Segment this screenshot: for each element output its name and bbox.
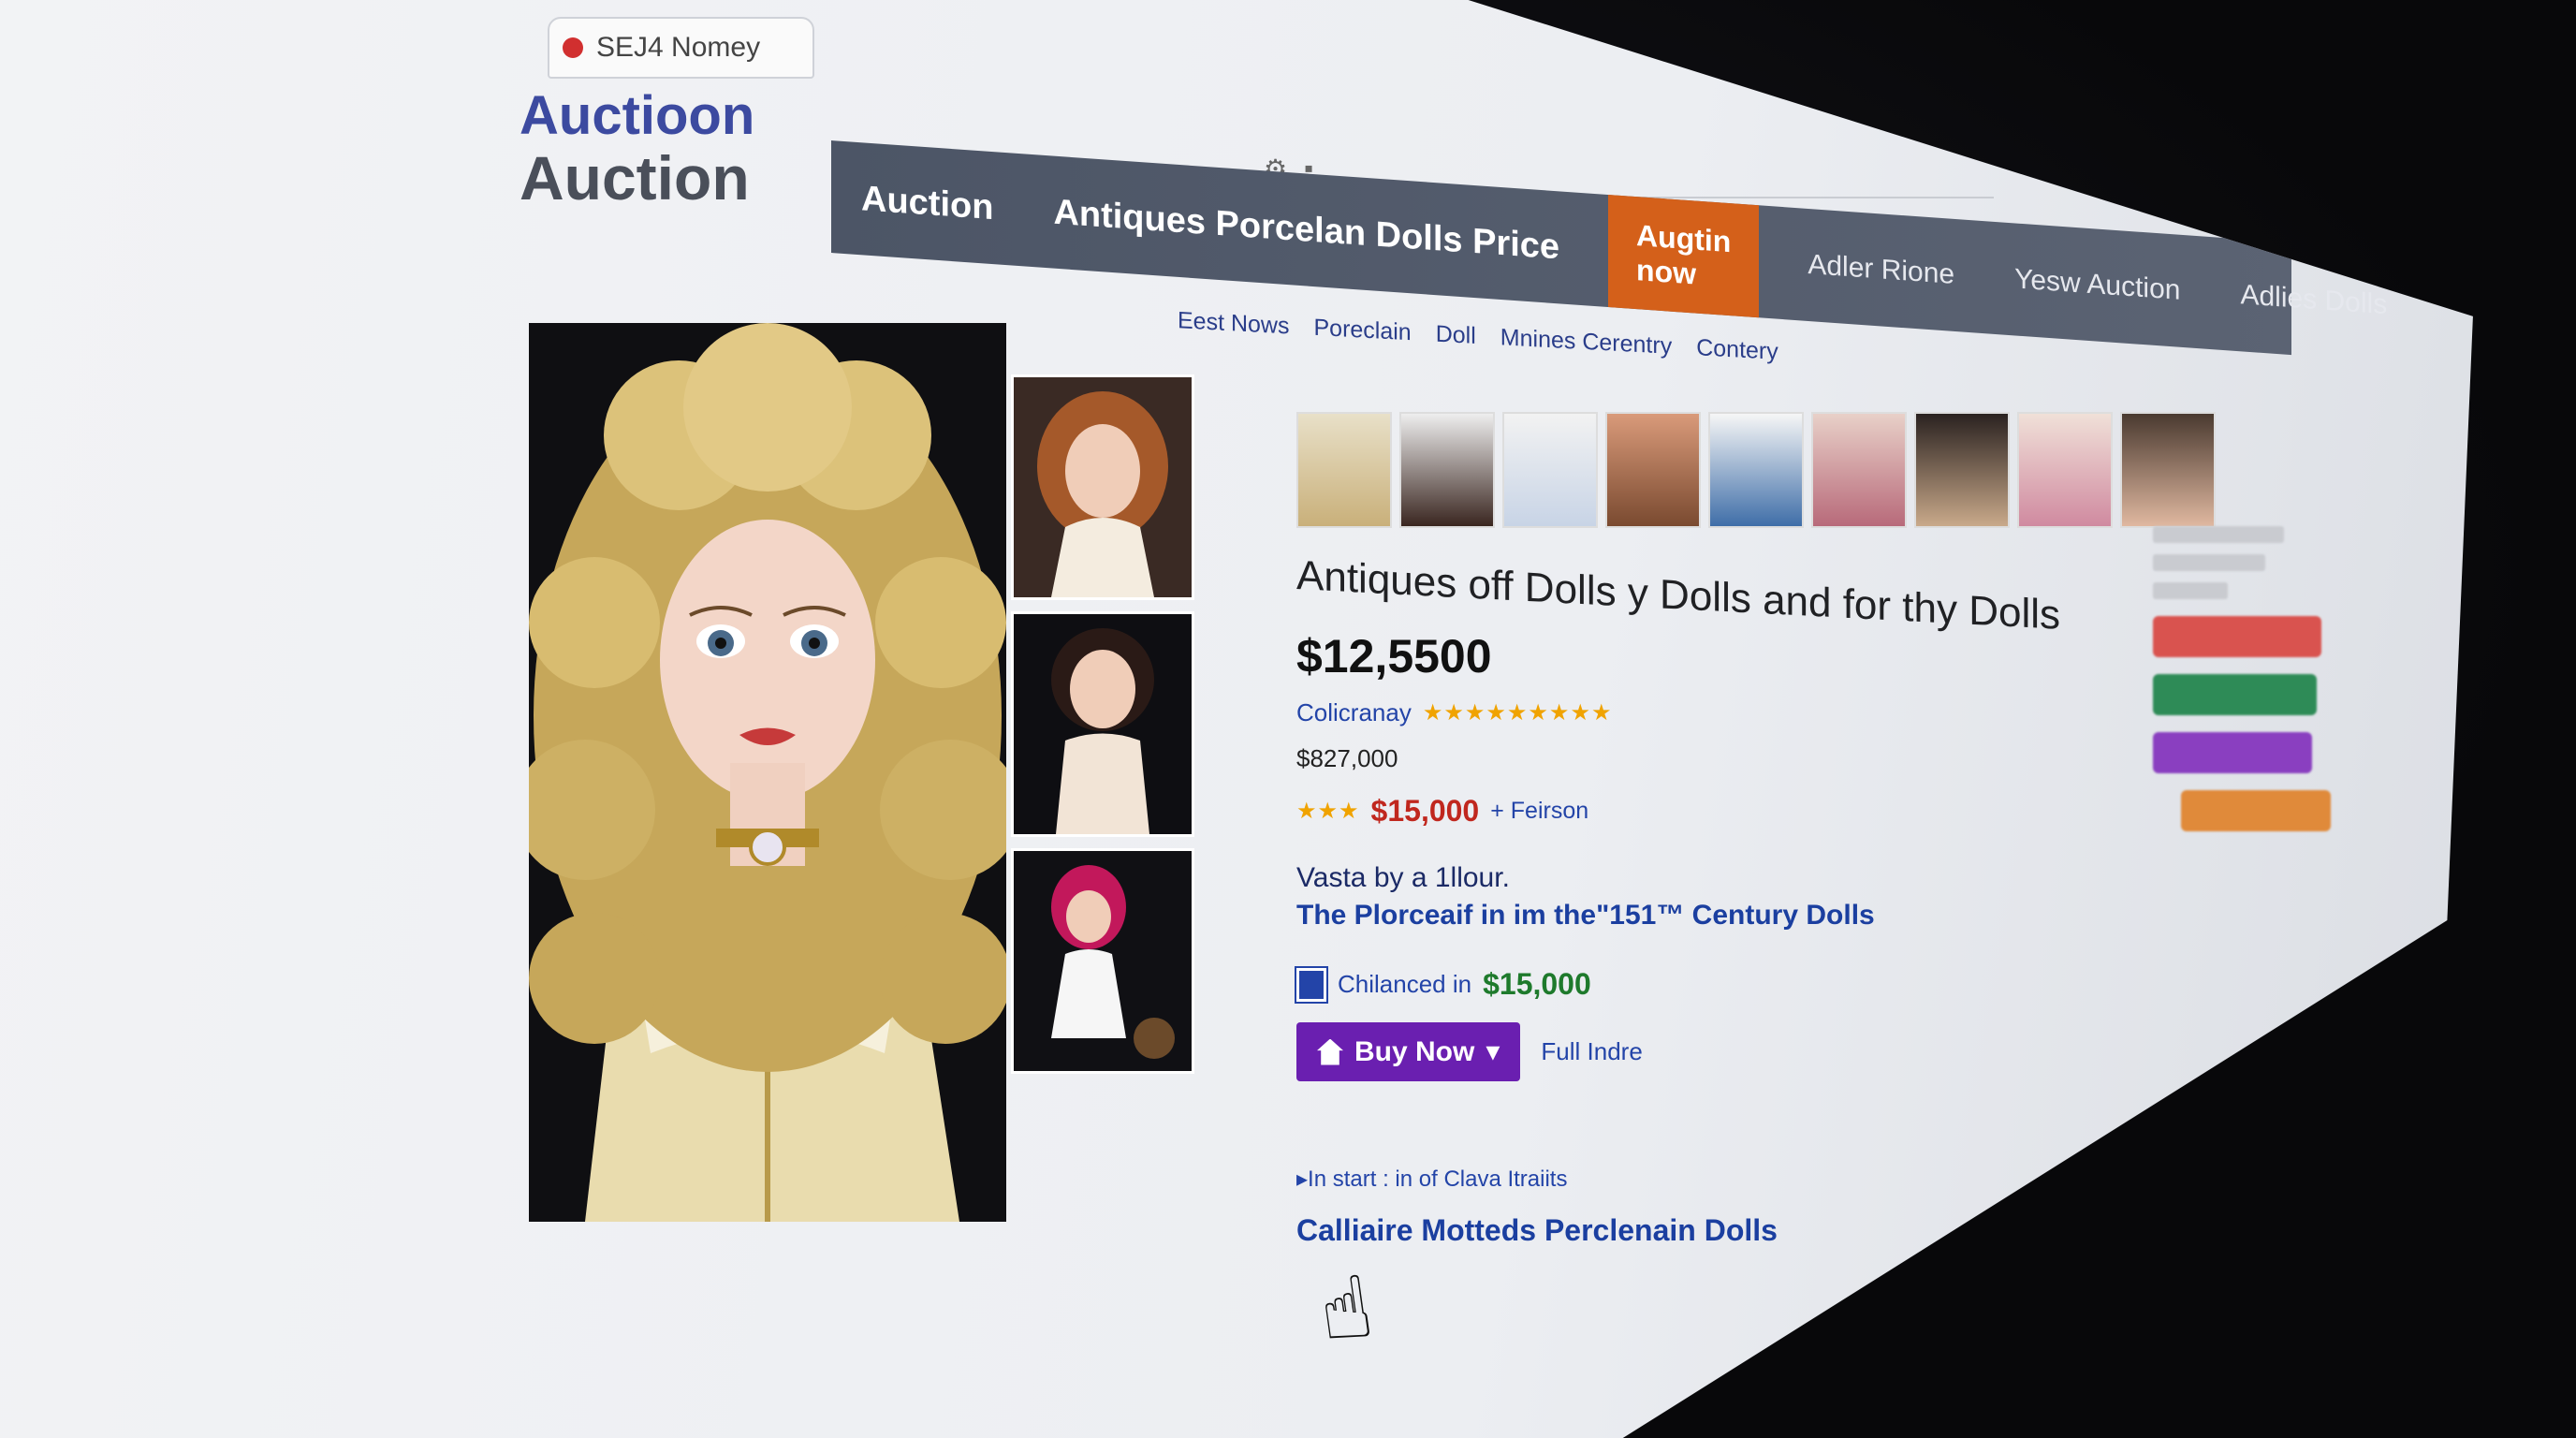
logo-line-1: Auctioon: [520, 85, 755, 146]
buy-now-label: Buy Now: [1354, 1035, 1475, 1067]
browser-tab[interactable]: SEJ4 Nomey: [548, 17, 814, 79]
subnav-item[interactable]: Eest Nows: [1178, 307, 1289, 340]
strip-thumbnail[interactable]: [2017, 412, 2113, 528]
nav-item-auction[interactable]: Auction: [831, 177, 1023, 230]
strip-thumbnail[interactable]: [1296, 412, 1392, 528]
subnav-item[interactable]: Mnines Cerentry: [1500, 324, 1672, 360]
thumbnail-strip: [1296, 412, 2216, 528]
shipping-icon: [1296, 967, 1326, 1002]
home-icon: [1317, 1038, 1343, 1065]
doll-illustration: [529, 323, 1006, 1222]
product-price: $12,5500: [1296, 630, 1492, 682]
thumbnail-image[interactable]: [1011, 611, 1194, 837]
sidebar-orange-button[interactable]: [2181, 790, 2331, 831]
product-title: Antiques off Dolls y Dolls and for thy D…: [1296, 552, 2060, 638]
shipping-price: $15,000: [1483, 967, 1591, 1001]
action-row: Buy Now ▾ Full Indre: [1296, 1022, 2027, 1081]
auction-now-button[interactable]: Augtin now: [1608, 195, 1760, 318]
highlight-price: $15,000: [1370, 794, 1480, 828]
strip-thumbnail[interactable]: [1708, 412, 1804, 528]
rating-price-row: ★★★ $15,000 + Feirson: [1296, 794, 2027, 829]
in-start-link[interactable]: ▸In start : in of Clava Itraiits: [1296, 1166, 2027, 1193]
nav-item-secondary-2[interactable]: Yesw Auction: [1984, 261, 2210, 309]
thumbnail-image[interactable]: [1011, 848, 1194, 1074]
shipping-label: Chilanced in: [1338, 970, 1472, 998]
thumbnail-image[interactable]: [1011, 374, 1194, 600]
sub-navigation: Eest Nows Poreclain Doll Mnines Cerentry…: [1178, 307, 1778, 366]
nav-item-dolls-price[interactable]: Antiques Porcelan Dolls Price: [1023, 190, 1589, 270]
subnav-item[interactable]: Contery: [1696, 334, 1778, 366]
rating-stars: ★★★: [1296, 799, 1360, 824]
strip-thumbnail[interactable]: [1502, 412, 1598, 528]
thumbnail-column: [1011, 374, 1208, 1085]
sidebar-blurred-text: [2153, 554, 2265, 571]
buy-now-button[interactable]: Buy Now ▾: [1296, 1022, 1521, 1081]
description-line-1: Vasta by a 1llour.: [1296, 862, 1510, 893]
nav-item-secondary-1[interactable]: Adler Rione: [1778, 247, 1984, 293]
strip-thumbnail[interactable]: [1605, 412, 1701, 528]
strip-thumbnail[interactable]: [1914, 412, 2010, 528]
strip-thumbnail[interactable]: [1811, 412, 1907, 528]
sidebar-blurred-text: [2153, 582, 2228, 599]
strip-thumbnail[interactable]: [2120, 412, 2216, 528]
main-product-image[interactable]: [529, 323, 1006, 1222]
full-details-link[interactable]: Full Indre: [1541, 1037, 1642, 1066]
collection-link[interactable]: Calliaire Motteds Perclenain Dolls: [1296, 1213, 2027, 1248]
secondary-price: $827,000: [1296, 744, 1398, 772]
sidebar-blurred-text: [2153, 526, 2284, 543]
subnav-item[interactable]: Doll: [1436, 321, 1476, 350]
subnav-item[interactable]: Poreclain: [1313, 315, 1411, 346]
site-logo[interactable]: Auctioon Auction: [520, 85, 755, 213]
hand-cursor-icon: ☝: [1313, 1258, 1379, 1361]
sidebar-red-button[interactable]: [2153, 616, 2321, 657]
seller-name-link[interactable]: Colicranay: [1296, 698, 1412, 727]
price-suffix-link[interactable]: + Feirson: [1490, 798, 1588, 825]
description-line-2: The Plorceaif in im the"151™ Century Dol…: [1296, 900, 1875, 931]
chevron-down-icon: ▾: [1486, 1036, 1500, 1067]
logo-line-2: Auction: [520, 143, 750, 213]
tab-title: SEJ4 Nomey: [596, 32, 761, 63]
strip-thumbnail[interactable]: [1399, 412, 1495, 528]
seller-row: Colicranay ★★★★★★★★★: [1296, 698, 2027, 727]
product-info: Antiques off Dolls y Dolls and for thy D…: [1296, 552, 2060, 1248]
sidebar-purple-button[interactable]: [2153, 732, 2312, 773]
shipping-row: Chilanced in $15,000: [1296, 967, 2027, 1002]
seller-rating-stars: ★★★★★★★★★: [1422, 700, 1613, 726]
favicon-icon: [563, 37, 583, 58]
right-sidebar: [2153, 515, 2340, 848]
sidebar-green-button[interactable]: [2153, 674, 2317, 715]
